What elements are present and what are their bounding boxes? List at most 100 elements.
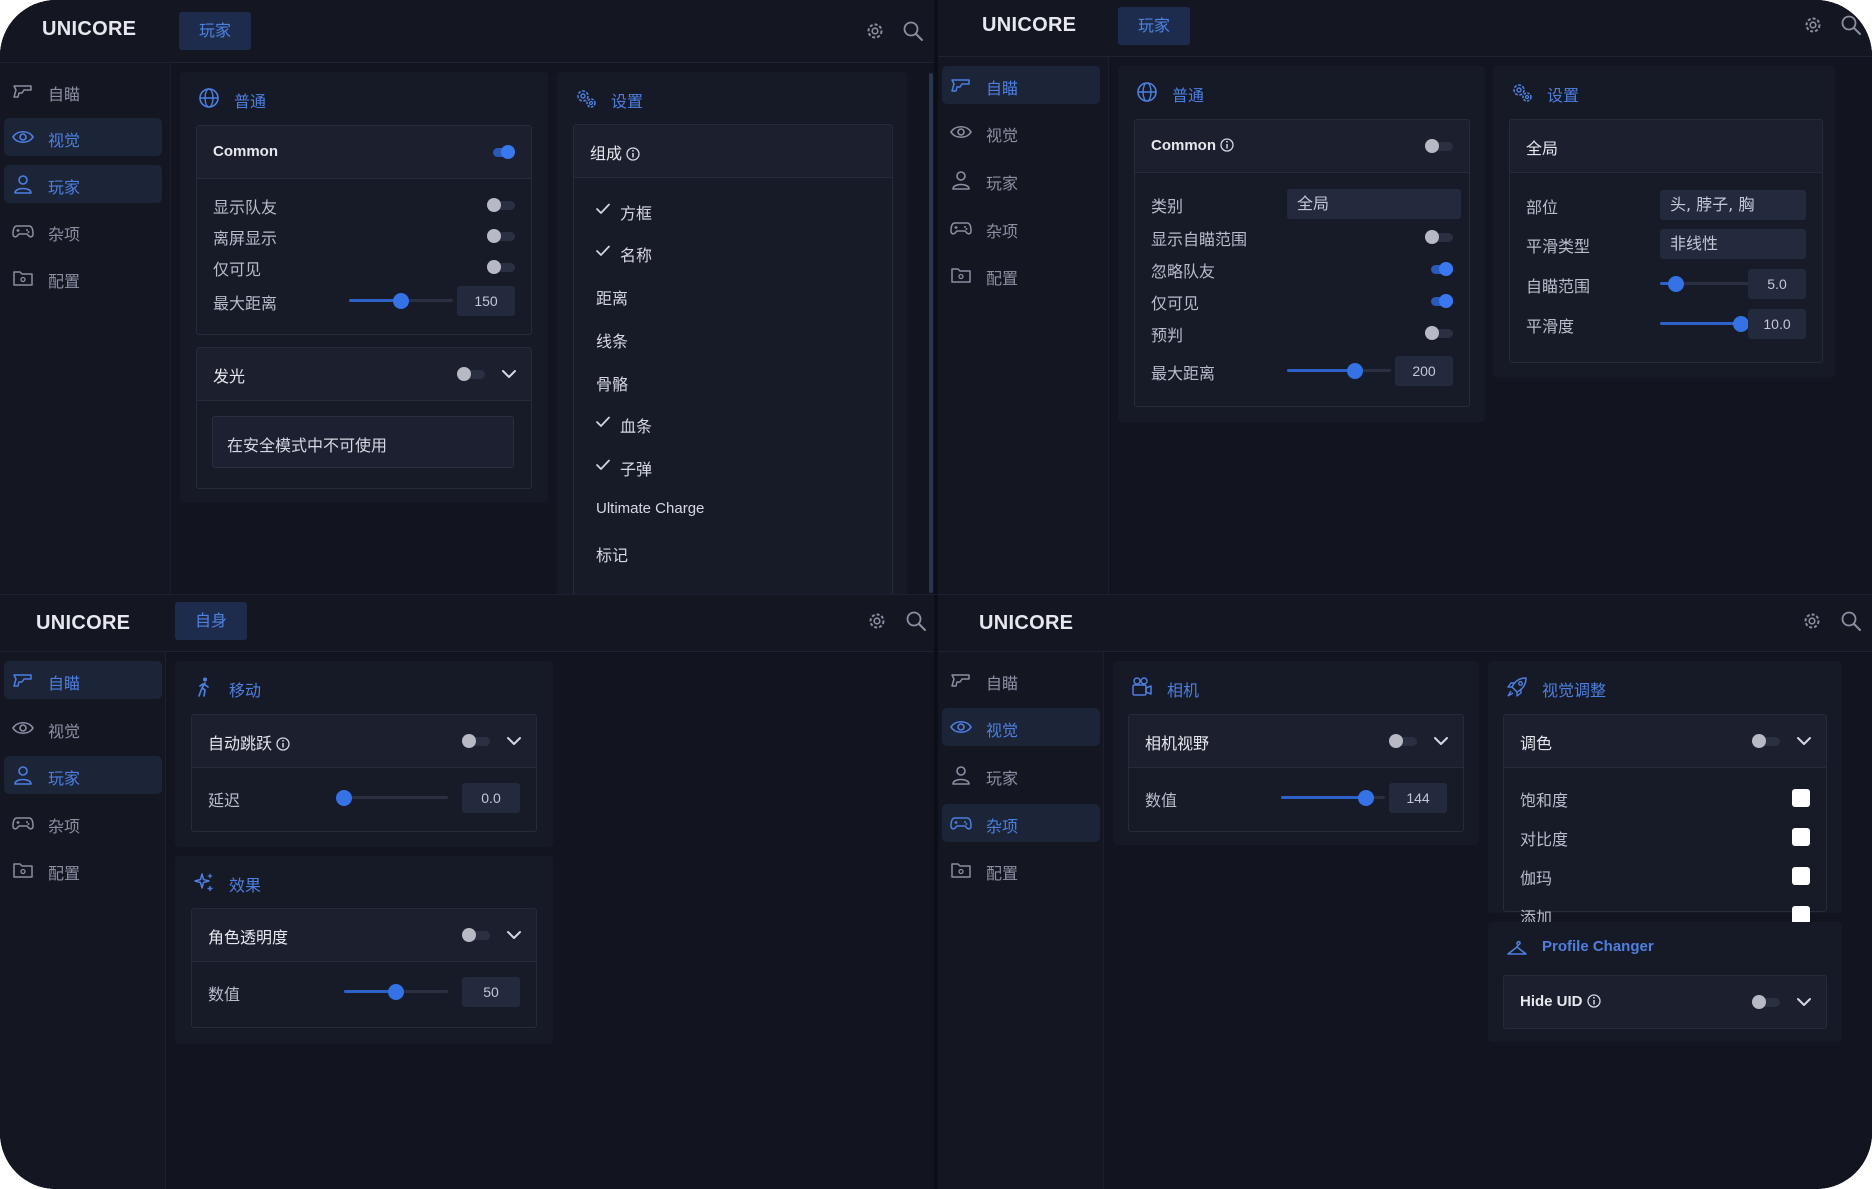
offscreen-toggle[interactable] (487, 229, 515, 243)
sidebar-item-config[interactable]: 配置 (4, 851, 162, 889)
search-icon[interactable] (902, 20, 924, 42)
sidebar-item-misc[interactable]: 杂项 (4, 212, 162, 250)
gear-icon[interactable] (1801, 610, 1823, 632)
part-select[interactable]: 头, 脖子, 胸 (1660, 190, 1806, 220)
card-header[interactable]: 角色透明度 (192, 909, 536, 962)
main-area: 普通 Common 类别 全局 显示自瞄范围 忽略队友 仅可见 预判 最大距离 … (1109, 57, 1872, 594)
sidebar-item-player[interactable]: 玩家 (4, 165, 162, 203)
gamma-color-swatch[interactable] (1792, 867, 1810, 885)
info-icon[interactable] (1587, 994, 1601, 1008)
main-area: 普通 Common 显示队友 离屏显示 仅可见 最大距离 150 发光 在安全模… (171, 63, 934, 594)
camera-fov-slider[interactable] (1281, 790, 1385, 806)
sidebar-item-aim[interactable]: 自瞄 (4, 72, 162, 110)
camera-fov-value[interactable]: 144 (1389, 783, 1447, 813)
sidebar-item-player[interactable]: 玩家 (4, 756, 162, 794)
card-common: Common 显示队友 离屏显示 仅可见 最大距离 150 (196, 125, 532, 335)
row-label: 预判 (1151, 326, 1184, 345)
card-header[interactable]: 自动跳跃 (192, 715, 536, 768)
tab-player[interactable]: 玩家 (179, 12, 252, 50)
card-title: 自动跳跃 (208, 730, 290, 754)
info-icon[interactable] (276, 737, 290, 751)
delay-value[interactable]: 0.0 (462, 783, 520, 813)
panel-movement: 移动 自动跳跃 延迟 0.0 (175, 661, 553, 847)
common-toggle[interactable] (1425, 139, 1453, 153)
ignore-teammates-toggle[interactable] (1425, 262, 1453, 276)
max-distance-value[interactable]: 150 (457, 286, 515, 316)
sidebar: 自瞄 视觉 玩家 杂项 配置 (0, 63, 171, 594)
sidebar-item-aim[interactable]: 自瞄 (4, 661, 162, 699)
chevron-down-icon[interactable] (1796, 736, 1812, 746)
show-teammates-toggle[interactable] (487, 198, 515, 212)
sidebar-item-misc[interactable]: 杂项 (942, 804, 1100, 842)
delay-slider[interactable] (336, 790, 448, 806)
sidebar-item-label: 玩家 (986, 174, 1019, 193)
card-header[interactable]: 相机视野 (1129, 715, 1463, 768)
gear-icon[interactable] (1802, 14, 1824, 36)
hide-uid-toggle[interactable] (1752, 995, 1780, 1009)
sidebar-item-misc[interactable]: 杂项 (942, 209, 1100, 247)
info-icon[interactable] (626, 147, 640, 161)
sidebar-item-visual[interactable]: 视觉 (942, 708, 1100, 746)
search-icon[interactable] (1840, 14, 1862, 36)
panel-title-text: 普通 (1172, 86, 1205, 105)
search-icon[interactable] (1840, 610, 1862, 632)
tab-player[interactable]: 玩家 (1118, 7, 1191, 45)
window-bottom-left: UNICORE 自身 自瞄 视觉 玩家 杂项 配置 移动 自动跳跃 延迟 0.0 (0, 595, 934, 1189)
sidebar-item-player[interactable]: 玩家 (942, 161, 1100, 199)
max-distance-slider[interactable] (349, 293, 453, 309)
gun-icon (12, 670, 34, 690)
common-toggle[interactable] (487, 145, 515, 159)
sidebar-item-label: 配置 (48, 864, 81, 883)
sidebar-item-config[interactable]: 配置 (942, 256, 1100, 294)
panel-title-text: 普通 (234, 92, 267, 111)
sidebar-item-aim[interactable]: 自瞄 (942, 66, 1100, 104)
panel-settings: 设置 全局 部位 头, 脖子, 胸 平滑类型 非线性 自瞄范围 5.0 平滑度 … (1493, 66, 1835, 378)
gear-icon[interactable] (866, 610, 888, 632)
row-label: 最大距离 (1151, 364, 1216, 383)
chevron-down-icon[interactable] (506, 736, 522, 746)
tab-self[interactable]: 自身 (175, 602, 248, 640)
sidebar-item-misc[interactable]: 杂项 (4, 804, 162, 842)
auto-jump-toggle[interactable] (462, 734, 490, 748)
prediction-toggle[interactable] (1425, 326, 1453, 340)
camera-fov-toggle[interactable] (1389, 734, 1417, 748)
color-grading-toggle[interactable] (1752, 734, 1780, 748)
smoothness-value[interactable]: 10.0 (1748, 309, 1806, 339)
chevron-down-icon[interactable] (1796, 997, 1812, 1007)
opacity-toggle[interactable] (462, 928, 490, 942)
chevron-down-icon[interactable] (501, 369, 517, 379)
category-select[interactable]: 全局 (1287, 189, 1461, 219)
glow-toggle[interactable] (457, 367, 485, 381)
info-icon[interactable] (1220, 138, 1234, 152)
sidebar-item-visual[interactable]: 视觉 (4, 709, 162, 747)
chevron-down-icon[interactable] (1433, 736, 1449, 746)
max-distance-value[interactable]: 200 (1395, 356, 1453, 386)
max-distance-slider[interactable] (1287, 363, 1391, 379)
opacity-value[interactable]: 50 (462, 977, 520, 1007)
sidebar-item-visual[interactable]: 视觉 (942, 113, 1100, 151)
contrast-color-swatch[interactable] (1792, 828, 1810, 846)
aim-range-value[interactable]: 5.0 (1748, 269, 1806, 299)
sidebar-item-aim[interactable]: 自瞄 (942, 661, 1100, 699)
scrollbar[interactable] (929, 73, 933, 593)
saturation-color-swatch[interactable] (1792, 789, 1810, 807)
smooth-type-select[interactable]: 非线性 (1660, 229, 1806, 259)
gear-icon[interactable] (864, 20, 886, 42)
sidebar-item-player[interactable]: 玩家 (942, 756, 1100, 794)
sidebar-item-visual[interactable]: 视觉 (4, 118, 162, 156)
card-header[interactable]: 调色 (1504, 715, 1826, 768)
card-header[interactable]: 发光 (197, 348, 531, 401)
card-header: Common (1135, 120, 1469, 173)
search-icon[interactable] (905, 610, 927, 632)
sidebar-item-config[interactable]: 配置 (942, 851, 1100, 889)
sidebar-item-config[interactable]: 配置 (4, 259, 162, 297)
opacity-slider[interactable] (344, 984, 448, 1000)
card-header[interactable]: Hide UID (1504, 976, 1826, 1028)
chevron-down-icon[interactable] (506, 930, 522, 940)
visible-only-toggle[interactable] (1425, 294, 1453, 308)
folder-icon (12, 860, 34, 880)
eye-icon (950, 717, 972, 737)
visible-only-toggle[interactable] (487, 260, 515, 274)
show-fov-toggle[interactable] (1425, 230, 1453, 244)
card-auto-jump: 自动跳跃 延迟 0.0 (191, 714, 537, 832)
